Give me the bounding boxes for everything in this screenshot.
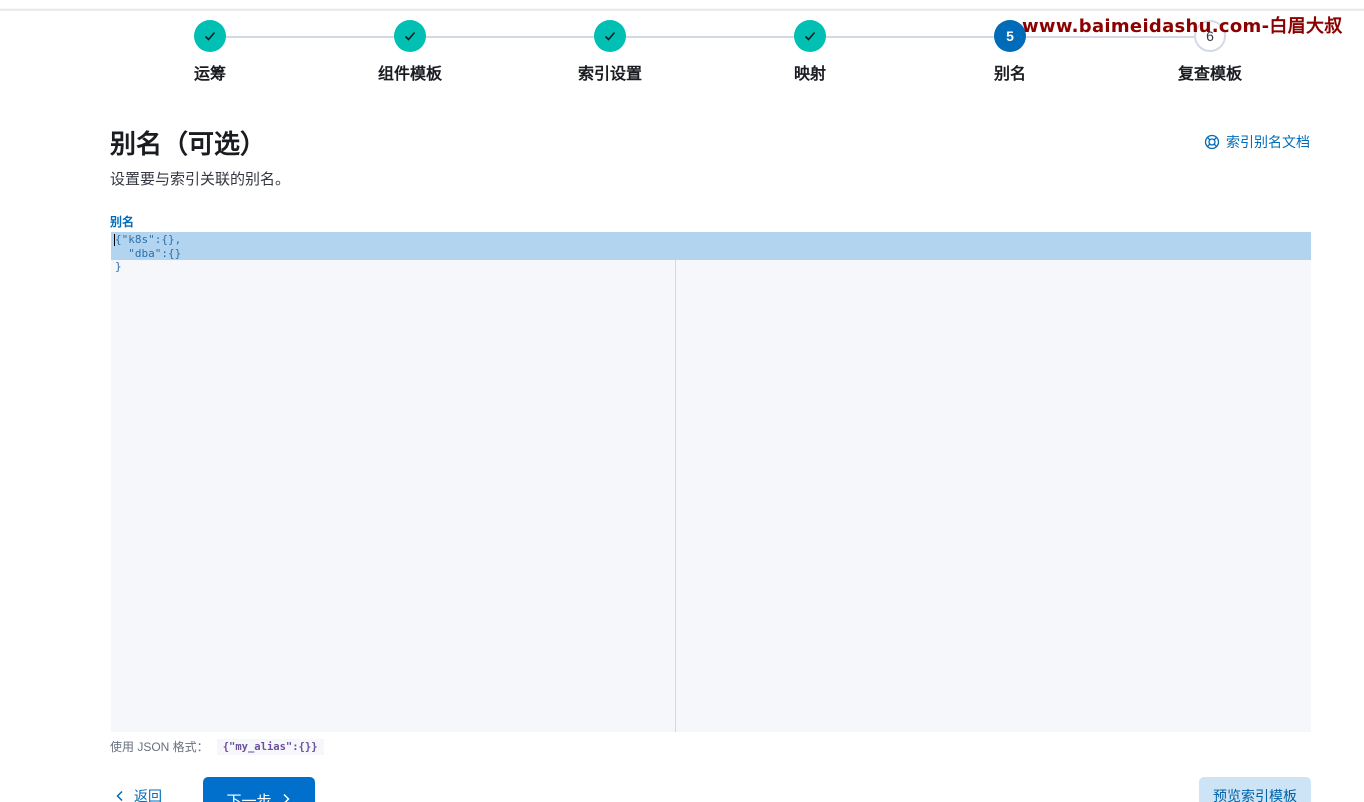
check-icon xyxy=(204,31,216,41)
page-description: 设置要与索引关联的别名。 xyxy=(110,171,291,188)
back-button-label[interactable]: 返回 xyxy=(134,786,162,802)
chevron-right-icon xyxy=(282,793,290,802)
watermark-text: www.baimeidashu.com-白眉大叔 xyxy=(1022,16,1343,37)
chevron-left-icon xyxy=(116,790,123,802)
step-1[interactable]: 运筹 xyxy=(110,20,310,84)
code-line-3: } xyxy=(115,260,122,273)
back-button[interactable]: 返回 xyxy=(114,786,162,802)
next-step-button[interactable]: 下一步 xyxy=(203,777,315,802)
help-lifebuoy-icon xyxy=(1204,134,1220,150)
check-icon xyxy=(404,31,416,41)
aliases-json-editor[interactable]: {"k8s":{}, "dba":{}} xyxy=(111,232,1311,732)
preview-template-button[interactable]: 预览索引模板 xyxy=(1199,777,1311,802)
step-3-circle[interactable] xyxy=(594,20,626,52)
help-example-code: {"my_alias":{}} xyxy=(216,738,324,755)
editor-code[interactable]: {"k8s":{}, "dba":{}} xyxy=(115,233,181,274)
next-step-label[interactable]: 下一步 xyxy=(226,790,271,802)
aliases-field-label: 别名 xyxy=(110,215,135,229)
check-icon xyxy=(604,31,616,41)
top-header-shadow xyxy=(0,0,1364,11)
code-line-1: {"k8s":{}, xyxy=(115,233,182,246)
step-2[interactable]: 组件模板 xyxy=(310,20,510,84)
step-6-title[interactable]: 复查模板 xyxy=(1110,60,1310,84)
json-format-help: 使用 JSON 格式： {"my_alias":{}} xyxy=(110,738,324,755)
step-3-title[interactable]: 索引设置 xyxy=(510,60,710,84)
step-2-title[interactable]: 组件模板 xyxy=(310,60,510,84)
step-1-title[interactable]: 运筹 xyxy=(110,60,310,84)
editor-print-margin xyxy=(675,260,676,732)
step-1-circle[interactable] xyxy=(194,20,226,52)
step-4-circle[interactable] xyxy=(794,20,826,52)
step-5-title[interactable]: 别名 xyxy=(910,60,1110,84)
alias-docs-link[interactable]: 索引别名文档 xyxy=(1204,132,1310,152)
step-2-circle[interactable] xyxy=(394,20,426,52)
check-icon xyxy=(804,31,816,41)
page-title: 别名（可选） xyxy=(110,129,267,159)
step-4[interactable]: 映射 xyxy=(710,20,910,84)
alias-docs-link-label[interactable]: 索引别名文档 xyxy=(1226,132,1310,152)
help-text: 使用 JSON 格式： xyxy=(110,740,209,754)
editor-selection-highlight xyxy=(111,232,1311,260)
preview-template-label[interactable]: 预览索引模板 xyxy=(1213,786,1297,802)
code-line-2: "dba":{} xyxy=(115,246,182,260)
step-3[interactable]: 索引设置 xyxy=(510,20,710,84)
step-4-title[interactable]: 映射 xyxy=(710,60,910,84)
